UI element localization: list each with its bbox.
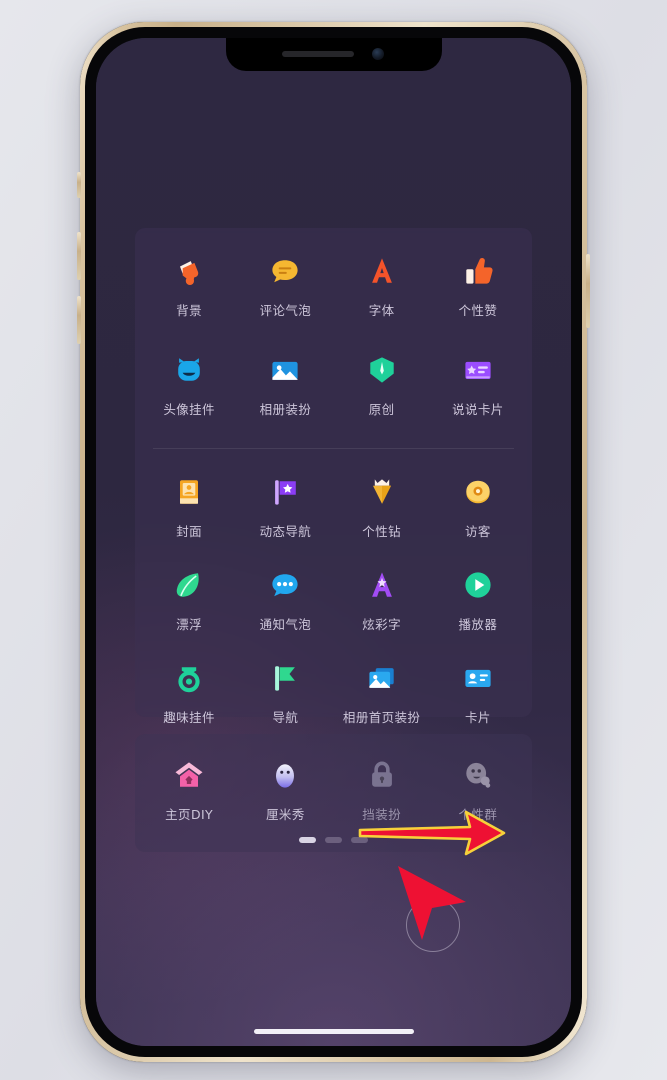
album-home-icon	[362, 658, 402, 698]
grid-item-fun-pendant[interactable]: 趣味挂件	[141, 649, 237, 742]
grid-item-label: 卡片	[464, 710, 491, 725]
notify-bubble-icon	[265, 565, 305, 605]
cover-book-icon	[169, 472, 209, 512]
power-button[interactable]	[586, 254, 590, 328]
page-dot-1[interactable]	[299, 837, 316, 843]
colorful-a-icon	[362, 565, 402, 605]
volume-down-button[interactable]	[77, 296, 81, 344]
grid-item-colorful-text[interactable]: 炫彩字	[334, 556, 430, 649]
grid-item-label: 个性赞	[458, 303, 498, 318]
grid-item-card[interactable]: 卡片	[430, 649, 526, 742]
post-card-icon	[458, 350, 498, 390]
grid-item-label: 头像挂件	[163, 402, 215, 417]
grid-item-label: 封面	[176, 524, 203, 539]
grid-item-cover[interactable]: 封面	[141, 463, 237, 556]
grid-item-label: 相册首页装扮	[342, 710, 421, 725]
decoration-grid-top: 背景 评论气泡 字体 个性赞 头像挂件 相册装扮 原创 说说卡片	[135, 228, 532, 442]
lock-icon	[362, 755, 402, 795]
page-dot-2[interactable]	[325, 837, 342, 843]
red-arrow-pointing-right	[358, 810, 506, 856]
grid-item-notify-bubble[interactable]: 通知气泡	[237, 556, 333, 649]
thumbs-up-icon	[458, 251, 498, 291]
grid-item-background[interactable]: 背景	[141, 242, 237, 335]
crown-diamond-icon	[362, 472, 402, 512]
cmshow-icon	[265, 755, 305, 795]
grid-item-label: 访客	[464, 524, 491, 539]
avatar-pendant-icon	[169, 350, 209, 390]
grid-item-player[interactable]: 播放器	[430, 556, 526, 649]
grid-item-dynamic-nav[interactable]: 动态导航	[237, 463, 333, 556]
penguin-icon	[458, 755, 498, 795]
grid-item-label: 趣味挂件	[163, 710, 215, 725]
grid-item-font[interactable]: 字体	[334, 242, 430, 335]
phone-device: 背景 评论气泡 字体 个性赞 头像挂件 相册装扮 原创 说说卡片 封面 动态导航…	[77, 22, 590, 1062]
grid-item-label: 漂浮	[176, 617, 203, 632]
grid-item-float[interactable]: 漂浮	[141, 556, 237, 649]
id-card-icon	[458, 658, 498, 698]
letter-a-icon	[362, 251, 402, 291]
grid-item-home-diy[interactable]: 主页DIY	[141, 746, 237, 830]
silent-switch[interactable]	[77, 172, 81, 198]
flag-star-icon	[265, 472, 305, 512]
grid-item-label: 动态导航	[259, 524, 312, 539]
home-indicator[interactable]	[253, 1029, 414, 1034]
grid-item-label: 原创	[368, 402, 395, 417]
chat-bubble-icon	[265, 251, 305, 291]
grid-item-label: 炫彩字	[362, 617, 401, 632]
grid-item-label: 个性钻	[362, 524, 401, 539]
fun-pendant-icon	[169, 658, 209, 698]
grid-item-like[interactable]: 个性赞	[430, 242, 526, 335]
decoration-panel: 背景 评论气泡 字体 个性赞 头像挂件 相册装扮 原创 说说卡片 封面 动态导航…	[135, 228, 532, 725]
green-flag-icon	[265, 658, 305, 698]
front-camera-icon	[371, 48, 384, 60]
grid-item-comment-bubble[interactable]: 评论气泡	[237, 242, 333, 335]
grid-item-album-decor[interactable]: 相册装扮	[237, 341, 333, 434]
grid-item-avatar-pendant[interactable]: 头像挂件	[141, 341, 237, 434]
notch	[225, 38, 442, 71]
grid-item-label: 字体	[368, 303, 395, 318]
grid-item-label: 说说卡片	[452, 402, 504, 417]
grid-item-label: 评论气泡	[259, 303, 312, 318]
grid-item-label: 主页DIY	[165, 807, 214, 822]
grid-item-visitor[interactable]: 访客	[430, 463, 526, 556]
visitor-ring-icon	[458, 472, 498, 512]
grid-item-label: 播放器	[458, 617, 498, 632]
grid-item-navigation[interactable]: 导航	[237, 649, 333, 742]
megaphone-icon	[169, 251, 209, 291]
home-diy-icon	[169, 755, 209, 795]
play-circle-icon	[458, 565, 498, 605]
photo-album-icon	[265, 350, 305, 390]
grid-item-cmshow[interactable]: 厘米秀	[237, 746, 333, 830]
volume-up-button[interactable]	[77, 232, 81, 280]
decoration-grid-bottom: 封面 动态导航 个性钻 访客 漂浮 通知气泡 炫彩字 播放器 趣味挂件 导航 相…	[135, 449, 532, 750]
gem-pen-icon	[362, 350, 402, 390]
grid-item-original[interactable]: 原创	[334, 341, 430, 434]
leaf-icon	[169, 565, 209, 605]
grid-item-diamond[interactable]: 个性钻	[334, 463, 430, 556]
scene: 背景 评论气泡 字体 个性赞 头像挂件 相册装扮 原创 说说卡片 封面 动态导航…	[0, 0, 667, 1080]
grid-item-label: 通知气泡	[259, 617, 312, 632]
earpiece-speaker-icon	[281, 51, 354, 57]
grid-item-label: 导航	[272, 710, 299, 725]
grid-item-label: 厘米秀	[266, 807, 305, 822]
grid-item-label: 相册装扮	[259, 402, 312, 417]
grid-item-album-home[interactable]: 相册首页装扮	[334, 649, 430, 742]
red-cursor-arrow	[398, 866, 466, 940]
phone-screen: 背景 评论气泡 字体 个性赞 头像挂件 相册装扮 原创 说说卡片 封面 动态导航…	[96, 38, 571, 1046]
grid-item-label: 背景	[176, 303, 203, 318]
grid-item-post-card[interactable]: 说说卡片	[430, 341, 526, 434]
